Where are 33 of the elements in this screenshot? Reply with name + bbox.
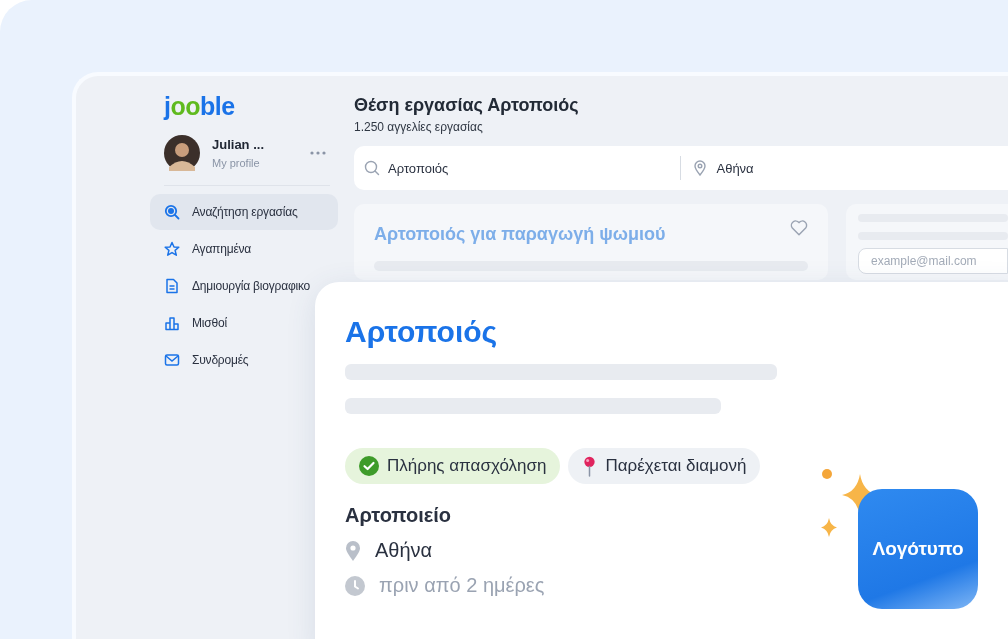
- clock-icon: [345, 575, 365, 596]
- tag: Παρέχεται διαμονή: [568, 448, 761, 484]
- email-field[interactable]: example@mail.com: [858, 248, 1008, 274]
- nav-item[interactable]: Δημιουργία βιογραφικο: [150, 268, 311, 304]
- page-title: Θέση εργασίας Αρτοποιός: [354, 94, 580, 117]
- check-icon: [359, 456, 379, 476]
- nav-item[interactable]: Μισθοί: [150, 305, 227, 341]
- tag: Πλήρης απασχόληση: [345, 448, 561, 484]
- company-logo: Λογότυπο: [858, 489, 978, 609]
- more-icon[interactable]: [310, 151, 326, 155]
- keyword-field[interactable]: Αρτοποιός: [388, 160, 588, 176]
- avatar[interactable]: [164, 135, 200, 171]
- results-count: 1.250 αγγελίες εργασίας: [354, 120, 484, 134]
- chart-icon: [164, 315, 180, 331]
- company-name: Αρτοποιείο: [345, 504, 453, 527]
- posted-time: πριν από 2 ημέρες: [379, 574, 545, 597]
- logo[interactable]: jooble: [164, 92, 235, 120]
- document-icon: [164, 278, 180, 294]
- search-icon: [164, 204, 180, 220]
- nav-item[interactable]: Συνδρομές: [150, 342, 249, 378]
- search-icon: [364, 160, 380, 176]
- nav-item[interactable]: Αναζήτηση εργασίας: [150, 194, 338, 230]
- heart-icon[interactable]: [790, 220, 808, 236]
- location-pin-icon: [345, 540, 361, 561]
- mail-icon: [164, 352, 180, 368]
- job-title[interactable]: Αρτοποιός: [345, 312, 1008, 352]
- nav-item[interactable]: Αγαπημένα: [150, 231, 252, 267]
- job-location: Αθήνα: [375, 539, 433, 562]
- pushpin-icon: [582, 455, 598, 477]
- profile-name: Julian ...: [212, 137, 265, 152]
- star-icon: [164, 241, 180, 257]
- location-field[interactable]: Αθήνα: [716, 160, 917, 176]
- location-pin-icon: [692, 160, 709, 176]
